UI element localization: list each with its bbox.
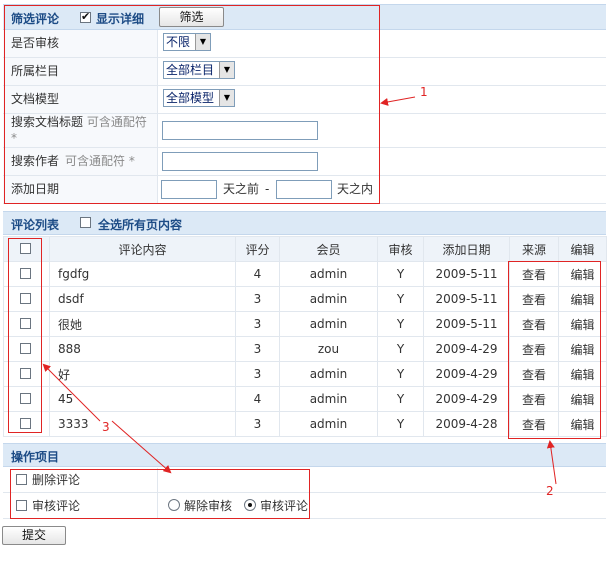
annotation-label-1: 1 (420, 85, 428, 99)
arrow-3b (111, 420, 172, 474)
annotation-arrows (42, 96, 557, 485)
arrow-3a (42, 363, 101, 422)
arrow-2 (546, 440, 557, 485)
annotation-label-3: 3 (102, 420, 110, 434)
annotation-label-2: 2 (546, 484, 554, 498)
arrow-1 (380, 96, 416, 106)
